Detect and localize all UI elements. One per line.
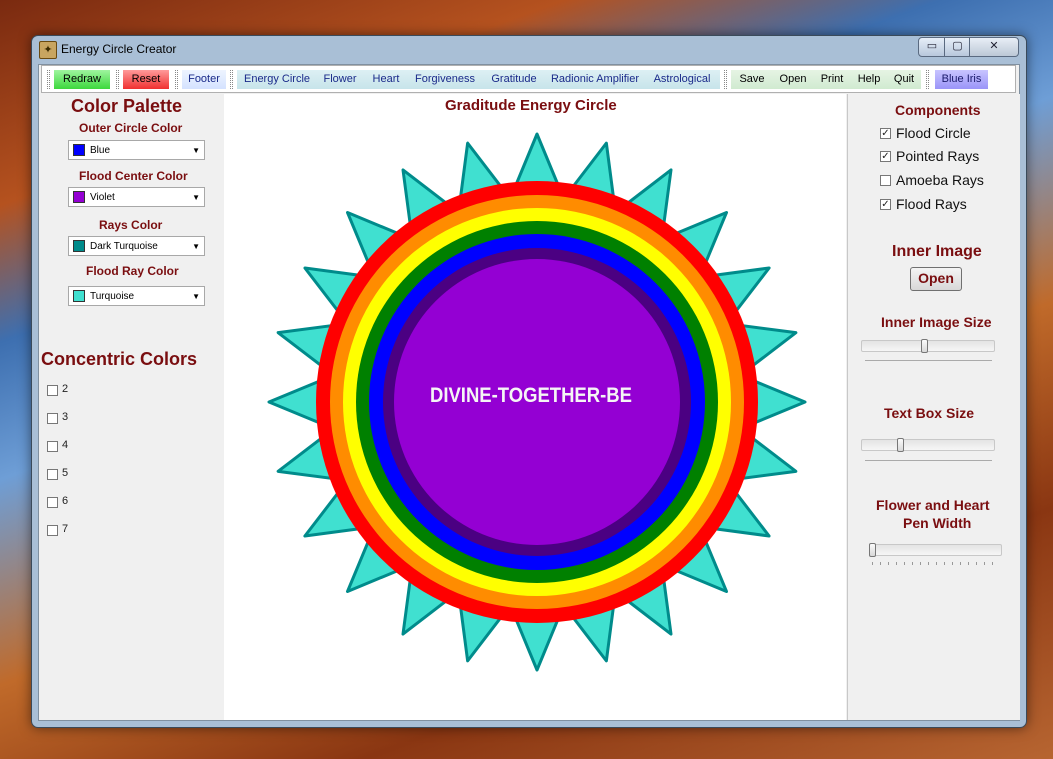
minimize-button[interactable]: ▭: [918, 37, 946, 57]
concentric-2-label: 2: [62, 383, 69, 395]
app-window: ✦ Energy Circle Creator ▭ ▢ ✕ Redraw Res…: [31, 35, 1027, 728]
pen-width-heading-line2: Pen Width: [903, 515, 972, 531]
redraw-button[interactable]: Redraw: [54, 70, 110, 89]
energy-circle-button[interactable]: Energy Circle: [242, 70, 312, 89]
flood-ray-color-select[interactable]: Turquoise ▼: [68, 286, 205, 306]
concentric-2-checkbox[interactable]: [47, 385, 58, 396]
color-swatch: [73, 191, 85, 203]
inner-image-size-slider[interactable]: [861, 340, 995, 352]
flood-ray-color-value: Turquoise: [90, 291, 135, 302]
color-swatch: [73, 144, 85, 156]
left-panel: Color Palette Outer Circle Color Blue ▼ …: [39, 94, 223, 720]
client-area: Redraw Reset Footer Energy Circle Flower…: [38, 64, 1020, 721]
amoeba-rays-checkbox[interactable]: [880, 175, 891, 186]
color-swatch: [73, 290, 85, 302]
toolbar-separator: [47, 70, 50, 89]
flood-rays-label: Flood Rays: [896, 196, 967, 212]
pointed-rays-label: Pointed Rays: [896, 148, 980, 164]
inner-image-size-slider-thumb[interactable]: [921, 339, 928, 353]
text-box-size-slider-thumb[interactable]: [897, 438, 904, 452]
chevron-down-icon: ▼: [192, 292, 200, 301]
pen-width-ticks: [872, 562, 999, 565]
center-text: DIVINE-TOGETHER-BE: [430, 384, 632, 407]
toolbar-separator: [724, 70, 727, 89]
window-title: Energy Circle Creator: [61, 42, 177, 56]
pen-width-slider[interactable]: [869, 544, 1002, 556]
rays-color-label: Rays Color: [99, 218, 163, 232]
color-palette-heading: Color Palette: [71, 96, 183, 116]
flower-button[interactable]: Flower: [320, 70, 360, 89]
checkmark-icon: ✓: [881, 151, 890, 162]
concentric-5-checkbox[interactable]: [47, 469, 58, 480]
toolbar-separator: [175, 70, 178, 89]
concentric-6-label: 6: [62, 495, 69, 507]
heart-button[interactable]: Heart: [369, 70, 403, 89]
concentric-3-label: 3: [62, 411, 69, 423]
concentric-4-label: 4: [62, 439, 69, 451]
footer-button[interactable]: Footer: [182, 70, 226, 89]
reset-button[interactable]: Reset: [123, 70, 169, 89]
forgiveness-button[interactable]: Forgiveness: [412, 70, 478, 89]
inner-image-heading: Inner Image: [892, 243, 982, 260]
pointed-rays-checkbox[interactable]: ✓: [880, 151, 891, 162]
toolbar-separator: [116, 70, 119, 89]
title-bar[interactable]: ✦ Energy Circle Creator ▭ ▢ ✕: [32, 36, 1026, 62]
slider-baseline: [865, 360, 992, 361]
amoeba-rays-label: Amoeba Rays: [896, 172, 984, 188]
pen-width-slider-thumb[interactable]: [869, 543, 876, 557]
flood-center-color-select[interactable]: Violet ▼: [68, 187, 205, 207]
outer-circle-color-value: Blue: [90, 145, 111, 156]
astrological-button[interactable]: Astrological: [649, 70, 715, 89]
blue-iris-button[interactable]: Blue Iris: [935, 70, 988, 89]
open-button[interactable]: Open: [776, 70, 810, 89]
pen-width-heading-line1: Flower and Heart: [876, 497, 990, 513]
outer-circle-color-select[interactable]: Blue ▼: [68, 140, 205, 160]
flood-ray-color-label: Flood Ray Color: [86, 264, 179, 278]
save-button[interactable]: Save: [735, 70, 769, 89]
rays-color-select[interactable]: Dark Turquoise ▼: [68, 236, 205, 256]
gratitude-button[interactable]: Gratitude: [488, 70, 540, 89]
help-button[interactable]: Help: [854, 70, 884, 89]
toolbar: Redraw Reset Footer Energy Circle Flower…: [41, 65, 1016, 93]
print-button[interactable]: Print: [817, 70, 847, 89]
text-box-size-heading: Text Box Size: [884, 405, 974, 421]
flood-circle-label: Flood Circle: [896, 125, 971, 141]
concentric-5-label: 5: [62, 467, 69, 479]
inner-image-size-heading: Inner Image Size: [881, 314, 992, 330]
chevron-down-icon: ▼: [192, 146, 200, 155]
flood-circle-checkbox[interactable]: ✓: [880, 128, 891, 139]
radionic-amplifier-button[interactable]: Radionic Amplifier: [549, 70, 641, 89]
checkmark-icon: ✓: [881, 128, 890, 139]
components-heading: Components: [895, 102, 981, 118]
chevron-down-icon: ▼: [192, 242, 200, 251]
concentric-4-checkbox[interactable]: [47, 441, 58, 452]
checkmark-icon: ✓: [881, 199, 890, 210]
concentric-7-checkbox[interactable]: [47, 525, 58, 536]
close-button[interactable]: ✕: [969, 37, 1019, 57]
chevron-down-icon: ▼: [192, 193, 200, 202]
right-panel: Components ✓ Flood Circle ✓ Pointed Rays…: [847, 94, 1020, 720]
app-logo-icon: ✦: [39, 41, 57, 59]
concentric-7-label: 7: [62, 523, 69, 535]
outer-circle-color-label: Outer Circle Color: [79, 121, 183, 135]
slider-baseline: [865, 460, 992, 461]
inner-image-open-button[interactable]: Open: [910, 267, 962, 291]
concentric-6-checkbox[interactable]: [47, 497, 58, 508]
toolbar-separator: [926, 70, 929, 89]
flood-center-color-value: Violet: [90, 192, 115, 203]
concentric-colors-heading: Concentric Colors: [41, 349, 198, 369]
text-box-size-slider[interactable]: [861, 439, 995, 451]
maximize-button[interactable]: ▢: [944, 37, 971, 57]
color-swatch: [73, 240, 85, 252]
concentric-3-checkbox[interactable]: [47, 413, 58, 424]
quit-button[interactable]: Quit: [890, 70, 918, 89]
flood-center-color-label: Flood Center Color: [79, 169, 188, 183]
toolbar-separator: [230, 70, 233, 89]
drawing-canvas[interactable]: Graditude Energy Circle DIVINE-TOGETHER-…: [224, 94, 846, 720]
flood-rays-checkbox[interactable]: ✓: [880, 199, 891, 210]
rays-color-value: Dark Turquoise: [90, 241, 158, 252]
